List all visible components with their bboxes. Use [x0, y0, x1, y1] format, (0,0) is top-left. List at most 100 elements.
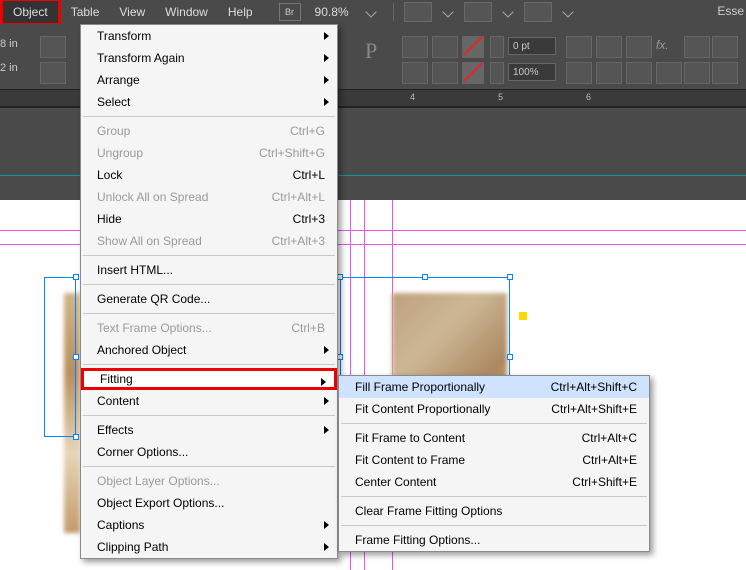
submenu-item-frame-fitting-options[interactable]: Frame Fitting Options...: [339, 529, 649, 551]
menu-item-unlock-all-on-spread: Unlock All on SpreadCtrl+Alt+L: [81, 186, 337, 208]
submenu-item-fit-frame-to-content[interactable]: Fit Frame to ContentCtrl+Alt+C: [339, 427, 649, 449]
x-readout: 8 in: [0, 38, 18, 50]
zoom-dropdown-icon[interactable]: [365, 6, 376, 17]
ctrl-button-15[interactable]: [712, 62, 738, 84]
menu-item-corner-options[interactable]: Corner Options...: [81, 441, 337, 463]
submenu-item-label: Fit Content to Frame: [355, 453, 582, 467]
left-selection-frame[interactable]: [44, 277, 76, 437]
menu-item-label: Object Layer Options...: [97, 474, 325, 488]
opacity-field[interactable]: 100%: [508, 63, 556, 81]
menu-item-label: Content: [97, 394, 325, 408]
align-button-4[interactable]: [432, 62, 458, 84]
paragraph-style-icon[interactable]: P: [365, 38, 377, 64]
ruler-mark: 6: [586, 92, 591, 102]
submenu-item-fit-content-to-frame[interactable]: Fit Content to FrameCtrl+Alt+E: [339, 449, 649, 471]
menu-item-anchored-object[interactable]: Anchored Object: [81, 339, 337, 361]
menu-item-label: Anchored Object: [97, 343, 325, 357]
menu-item-effects[interactable]: Effects: [81, 419, 337, 441]
ctrl-button-5[interactable]: [566, 36, 592, 58]
resize-handle-icon[interactable]: [422, 274, 428, 280]
menu-item-insert-html[interactable]: Insert HTML...: [81, 259, 337, 281]
menu-item-label: Clipping Path: [97, 540, 325, 554]
ctrl-button-13[interactable]: [684, 62, 710, 84]
submenu-item-center-content[interactable]: Center ContentCtrl+Shift+E: [339, 471, 649, 493]
ctrl-button-9[interactable]: [566, 62, 592, 84]
toolbar-screen-mode[interactable]: [464, 2, 492, 22]
ctrl-button-8[interactable]: [684, 36, 710, 58]
toolbar-view-dropdown-icon[interactable]: [442, 6, 453, 17]
align-button-2[interactable]: [402, 62, 428, 84]
submenu-arrow-icon: [324, 397, 329, 405]
menu-item-hide[interactable]: HideCtrl+3: [81, 208, 337, 230]
ctrl-button-14[interactable]: [712, 36, 738, 58]
submenu-item-shortcut: Ctrl+Shift+E: [572, 475, 637, 489]
menu-item-group: GroupCtrl+G: [81, 120, 337, 142]
submenu-arrow-icon: [324, 521, 329, 529]
submenu-item-label: Fit Frame to Content: [355, 431, 582, 445]
submenu-arrow-icon: [324, 346, 329, 354]
menu-item-select[interactable]: Select: [81, 91, 337, 113]
menu-item-label: Select: [97, 95, 325, 109]
ctrl-button-12[interactable]: [656, 62, 682, 84]
menu-item-object-layer-options: Object Layer Options...: [81, 470, 337, 492]
menu-item-lock[interactable]: LockCtrl+L: [81, 164, 337, 186]
ruler-mark: 4: [410, 92, 415, 102]
menu-item-label: Effects: [97, 423, 325, 437]
menu-item-show-all-on-spread: Show All on SpreadCtrl+Alt+3: [81, 230, 337, 252]
ctrl-button-1[interactable]: [40, 36, 66, 58]
stroke-weight-stepper[interactable]: [490, 36, 504, 58]
menu-item-fitting[interactable]: Fitting: [81, 368, 337, 390]
opacity-stepper[interactable]: [490, 62, 504, 84]
menu-item-clipping-path[interactable]: Clipping Path: [81, 536, 337, 558]
toolbar-arrange-dropdown-icon[interactable]: [562, 6, 573, 17]
menu-help[interactable]: Help: [218, 1, 263, 23]
menu-item-captions[interactable]: Captions: [81, 514, 337, 536]
submenu-arrow-icon: [321, 378, 326, 386]
resize-handle-icon[interactable]: [507, 274, 513, 280]
menu-window[interactable]: Window: [155, 1, 218, 23]
no-stroke-icon[interactable]: [462, 62, 484, 84]
ctrl-button-7[interactable]: [626, 36, 652, 58]
ctrl-button-6[interactable]: [596, 36, 622, 58]
menu-item-label: Fitting: [100, 372, 322, 386]
submenu-item-fit-content-proportionally[interactable]: Fit Content ProportionallyCtrl+Alt+Shift…: [339, 398, 649, 420]
menu-item-label: Hide: [97, 212, 293, 226]
toolbar-screen-dropdown-icon[interactable]: [502, 6, 513, 17]
stroke-weight-field[interactable]: 0 pt: [508, 37, 556, 55]
ctrl-button-2[interactable]: [40, 62, 66, 84]
menu-view[interactable]: View: [109, 1, 155, 23]
submenu-item-clear-frame-fitting-options[interactable]: Clear Frame Fitting Options: [339, 500, 649, 522]
toolbar-view-options[interactable]: [404, 2, 432, 22]
submenu-item-shortcut: Ctrl+Alt+Shift+E: [551, 402, 637, 416]
menu-item-arrange[interactable]: Arrange: [81, 69, 337, 91]
zoom-level[interactable]: 90.8%: [307, 5, 357, 19]
effects-fx-icon[interactable]: fx.: [656, 38, 669, 52]
resize-handle-icon[interactable]: [507, 354, 513, 360]
menu-item-ungroup: UngroupCtrl+Shift+G: [81, 142, 337, 164]
menu-item-content[interactable]: Content: [81, 390, 337, 412]
submenu-item-fill-frame-proportionally[interactable]: Fill Frame ProportionallyCtrl+Alt+Shift+…: [339, 376, 649, 398]
bridge-button[interactable]: Br: [279, 3, 301, 21]
menu-item-transform[interactable]: Transform: [81, 25, 337, 47]
align-button-3[interactable]: [432, 36, 458, 58]
menu-item-label: Text Frame Options...: [97, 321, 291, 335]
menu-table[interactable]: Table: [61, 1, 110, 23]
menu-object[interactable]: Object: [0, 0, 61, 26]
ctrl-button-11[interactable]: [626, 62, 652, 84]
menu-item-label: Group: [97, 124, 290, 138]
align-button-1[interactable]: [402, 36, 428, 58]
content-grabber-icon[interactable]: [519, 312, 527, 320]
no-fill-icon[interactable]: [462, 36, 484, 58]
toolbar-arrange[interactable]: [524, 2, 552, 22]
menu-item-object-export-options[interactable]: Object Export Options...: [81, 492, 337, 514]
menu-item-label: Transform: [97, 29, 325, 43]
workspace-label[interactable]: Esse: [717, 4, 744, 18]
menu-item-shortcut: Ctrl+Shift+G: [259, 146, 325, 160]
menu-item-transform-again[interactable]: Transform Again: [81, 47, 337, 69]
menu-item-shortcut: Ctrl+L: [293, 168, 325, 182]
submenu-arrow-icon: [324, 32, 329, 40]
menu-item-generate-qr-code[interactable]: Generate QR Code...: [81, 288, 337, 310]
fitting-submenu: Fill Frame ProportionallyCtrl+Alt+Shift+…: [338, 375, 650, 552]
ctrl-button-10[interactable]: [596, 62, 622, 84]
submenu-arrow-icon: [324, 426, 329, 434]
